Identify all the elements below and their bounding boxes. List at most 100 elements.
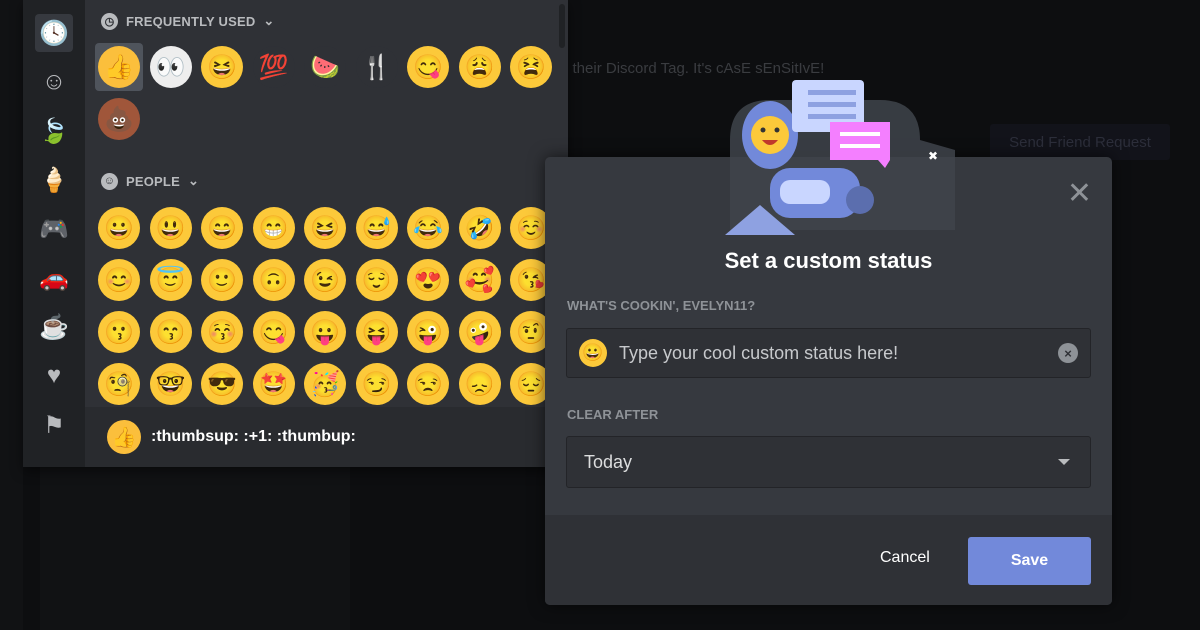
status-emoji-button[interactable]: 😀: [579, 339, 607, 367]
emoji: 🍉: [304, 46, 346, 88]
emoji-button[interactable]: 🧐: [95, 360, 143, 408]
emoji-button[interactable]: 😉: [301, 256, 349, 304]
emoji: 😛: [304, 311, 346, 353]
emoji-button[interactable]: 😞: [456, 360, 504, 408]
frequent-emoji-grid: 👍 👀 😆 💯 🍉 🍴 😋 😩 😫 💩: [95, 43, 559, 143]
category-nature-icon[interactable]: 🍃: [35, 112, 73, 150]
close-icon[interactable]: ✕: [1067, 179, 1092, 209]
emoji-button[interactable]: 😄: [198, 204, 246, 252]
category-activity-icon[interactable]: 🎮: [35, 210, 73, 248]
emoji-button[interactable]: 😏: [353, 360, 401, 408]
emoji-button[interactable]: 😚: [198, 308, 246, 356]
clear-after-value: Today: [584, 451, 633, 472]
emoji-button[interactable]: 💯: [250, 43, 298, 91]
modal-footer: Cancel Save: [545, 515, 1112, 605]
emoji-button[interactable]: 🙃: [250, 256, 298, 304]
emoji-button[interactable]: 😙: [147, 308, 195, 356]
emoji: 🙃: [252, 259, 295, 301]
emoji: 😋: [407, 46, 449, 88]
emoji-button[interactable]: 😀: [95, 204, 143, 252]
emoji-button[interactable]: 😫: [507, 43, 555, 91]
clear-after-label: CLEAR AFTER: [567, 407, 659, 422]
emoji-button[interactable]: 😁: [250, 204, 298, 252]
clock-icon: ◷: [101, 12, 118, 30]
emoji-button[interactable]: 🥰: [456, 256, 504, 304]
emoji-button[interactable]: 😍: [404, 256, 452, 304]
emoji: 🤪: [458, 311, 501, 353]
people-header[interactable]: ☺ PEOPLE ⌄: [101, 171, 199, 191]
status-illustration: ✖: [725, 80, 955, 235]
emoji-category-bar: 🕓 ☺ 🍃 🍦 🎮 🚗 ☕ ♥ ⚑: [23, 0, 85, 467]
emoji-button[interactable]: 👍: [95, 43, 143, 91]
emoji-list: ◷ FREQUENTLY USED ⌄ 👍 👀 😆 💯 🍉 🍴 😋 😩 😫 💩 ☺ PEOPLE …: [85, 0, 568, 467]
save-button[interactable]: Save: [968, 537, 1091, 585]
emoji-button[interactable]: 😋: [250, 308, 298, 356]
status-input[interactable]: 😀 Type your cool custom status here! ×: [566, 328, 1091, 378]
emoji-button[interactable]: 😆: [301, 204, 349, 252]
category-people-icon[interactable]: ☺: [35, 63, 73, 101]
emoji-button[interactable]: 😋: [404, 43, 452, 91]
cancel-button[interactable]: Cancel: [880, 549, 930, 567]
emoji: 🥳: [304, 363, 346, 405]
emoji: 😍: [407, 259, 449, 301]
emoji-button[interactable]: 😆: [198, 43, 246, 91]
emoji: 😎: [201, 363, 243, 405]
emoji: 💩: [98, 98, 140, 140]
emoji: 😫: [510, 46, 552, 88]
emoji-button[interactable]: 😊: [95, 256, 143, 304]
category-objects-icon[interactable]: ☕: [35, 308, 73, 346]
status-label: WHAT'S COOKIN', EVELYN11?: [567, 298, 756, 313]
emoji: 😇: [149, 259, 192, 301]
emoji: 😂: [407, 207, 449, 249]
preview-emoji: 👍: [107, 420, 141, 454]
category-recent-icon[interactable]: 🕓: [35, 14, 73, 52]
background-channel-column: [40, 467, 350, 630]
emoji-button[interactable]: 😝: [353, 308, 401, 356]
emoji: 😞: [458, 363, 501, 405]
emoji: 😊: [98, 259, 140, 301]
emoji-button[interactable]: 🍴: [353, 43, 401, 91]
send-friend-request-button: Send Friend Request: [990, 124, 1170, 160]
chevron-down-icon: ⌄: [187, 173, 200, 188]
emoji: 🍴: [355, 46, 398, 88]
scrollbar[interactable]: [559, 4, 565, 48]
emoji-button[interactable]: 😌: [353, 256, 401, 304]
emoji-button[interactable]: 👀: [147, 43, 195, 91]
emoji: 😝: [355, 311, 398, 353]
emoji-button[interactable]: 😒: [404, 360, 452, 408]
emoji-button[interactable]: 😜: [404, 308, 452, 356]
emoji-button[interactable]: 🤪: [456, 308, 504, 356]
emoji-button[interactable]: 😂: [404, 204, 452, 252]
emoji: 🙂: [201, 259, 243, 301]
emoji-button[interactable]: 😇: [147, 256, 195, 304]
emoji-button[interactable]: 🤩: [250, 360, 298, 408]
emoji-button[interactable]: 🤓: [147, 360, 195, 408]
category-food-icon[interactable]: 🍦: [35, 161, 73, 199]
emoji-button[interactable]: 😃: [147, 204, 195, 252]
emoji-button[interactable]: 🥳: [301, 360, 349, 408]
clear-input-icon[interactable]: ×: [1058, 343, 1078, 363]
emoji-button[interactable]: 😛: [301, 308, 349, 356]
emoji-button[interactable]: 🤣: [456, 204, 504, 252]
emoji-button[interactable]: 😅: [353, 204, 401, 252]
emoji: 🤓: [149, 363, 192, 405]
emoji-button[interactable]: 😗: [95, 308, 143, 356]
emoji-button[interactable]: 🙂: [198, 256, 246, 304]
category-symbols-icon[interactable]: ♥: [35, 357, 73, 395]
emoji: 😆: [304, 207, 346, 249]
clear-after-select[interactable]: Today: [566, 436, 1091, 488]
status-placeholder: Type your cool custom status here!: [619, 342, 899, 363]
category-travel-icon[interactable]: 🚗: [35, 259, 73, 297]
emoji: 😉: [304, 259, 346, 301]
emoji-button[interactable]: 😎: [198, 360, 246, 408]
category-flags-icon[interactable]: ⚑: [35, 406, 73, 444]
emoji: 😋: [252, 311, 295, 353]
emoji-button[interactable]: 🍉: [301, 43, 349, 91]
emoji-button[interactable]: 💩: [95, 95, 143, 143]
frequently-used-header[interactable]: ◷ FREQUENTLY USED ⌄: [101, 11, 275, 31]
emoji-picker: 🕓 ☺ 🍃 🍦 🎮 🚗 ☕ ♥ ⚑ ◷ FREQUENTLY USED ⌄ 👍 👀 😆 💯 🍉 🍴 😋 😩 😫 💩…: [23, 0, 568, 467]
background-hint-text: h their Discord Tag. It's cAsE sEnSitIvE…: [560, 60, 825, 77]
emoji: 🤩: [252, 363, 295, 405]
emoji: 😄: [201, 207, 243, 249]
emoji-button[interactable]: 😩: [456, 43, 504, 91]
